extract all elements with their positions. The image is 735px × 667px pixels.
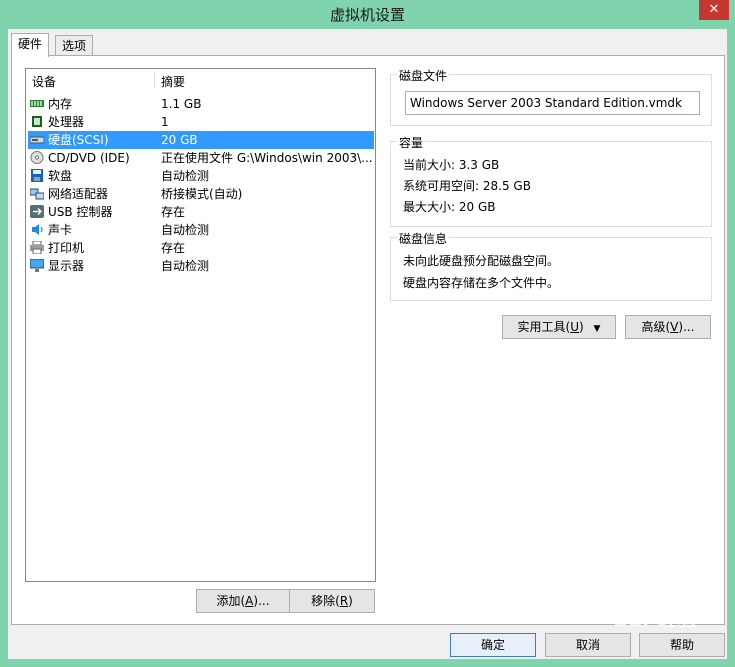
device-name: 网络适配器 (48, 187, 109, 201)
current-size-text: 当前大小: 3.3 GB (403, 158, 500, 172)
device-list[interactable]: 设备 摘要 内存 1.1 GB 处理器 1 硬盘(SCSI) 20 GB CD/… (25, 68, 376, 582)
device-row-cd-dvd[interactable]: CD/DVD (IDE) 正在使用文件 G:\Windos\win 2003\.… (28, 149, 374, 167)
device-row-hard-disk[interactable]: 硬盘(SCSI) 20 GB (28, 131, 374, 149)
device-row-processor[interactable]: 处理器 1 (28, 113, 374, 131)
device-summary: 存在 (161, 241, 186, 255)
device-name: 内存 (48, 97, 73, 111)
display-icon (30, 259, 44, 272)
device-name: 硬盘(SCSI) (48, 133, 109, 147)
tab-options-label: 选项 (62, 39, 87, 53)
device-summary: 1.1 GB (161, 97, 202, 111)
disk-info-group: 磁盘信息 未向此硬盘预分配磁盘空间。 硬盘内容存储在多个文件中。 (390, 230, 712, 301)
floppy-icon (31, 169, 43, 182)
remove-device-button[interactable]: 移除(R) (289, 589, 375, 613)
window-title: 虚拟机设置 (329, 6, 405, 24)
tab-options[interactable]: 选项 (55, 35, 94, 56)
help-button[interactable]: 帮助 (639, 633, 725, 657)
device-summary: 自动检测 (161, 223, 210, 237)
memory-icon (30, 100, 44, 107)
printer-icon (30, 241, 44, 254)
dropdown-arrow-icon: ▼ (593, 324, 601, 334)
device-summary: 自动检测 (161, 259, 210, 273)
device-name: USB 控制器 (48, 205, 113, 219)
tab-hardware[interactable]: 硬件 (11, 33, 50, 57)
disk-info-label: 磁盘信息 (397, 230, 450, 247)
tab-hardware-label: 硬件 (18, 37, 43, 51)
device-row-printer[interactable]: 打印机 存在 (28, 239, 374, 257)
device-summary: 1 (161, 115, 169, 129)
device-name: 显示器 (48, 259, 85, 273)
device-row-usb-controller[interactable]: USB 控制器 存在 (28, 203, 374, 221)
device-row-sound-card[interactable]: 声卡 自动检测 (28, 221, 374, 239)
device-name: 处理器 (48, 115, 85, 129)
device-row-memory[interactable]: 内存 1.1 GB (28, 95, 374, 113)
capacity-group: 容量 当前大小: 3.3 GB 系统可用空间: 28.5 GB 最大大小: 20… (390, 134, 712, 227)
close-button[interactable]: ✕ (699, 0, 729, 20)
add-device-button[interactable]: 添加(A)... (196, 589, 290, 613)
device-row-floppy[interactable]: 软盘 自动检测 (28, 167, 374, 185)
device-name: 打印机 (48, 241, 85, 255)
disk-info-line-2: 硬盘内容存储在多个文件中。 (403, 276, 560, 290)
device-name: 软盘 (48, 169, 73, 183)
usb-icon (30, 205, 44, 218)
device-summary: 自动检测 (161, 169, 210, 183)
sound-card-icon (32, 224, 43, 235)
processor-icon (32, 116, 42, 127)
disk-file-path-field[interactable]: Windows Server 2003 Standard Edition.vmd… (405, 91, 700, 115)
max-size-text: 最大大小: 20 GB (403, 200, 496, 214)
baidu-watermark: Bai 经验 (614, 607, 697, 631)
device-summary: 20 GB (161, 133, 198, 147)
title-bar: 虚拟机设置 ✕ (0, 0, 735, 28)
device-summary: 正在使用文件 G:\Windos\win 2003\... (161, 151, 373, 165)
device-name: 声卡 (48, 223, 73, 237)
utilities-button[interactable]: 实用工具(U) ▼ (502, 315, 616, 339)
device-summary: 桥接模式(自动) (161, 187, 243, 201)
cancel-button[interactable]: 取消 (545, 633, 631, 657)
disk-file-label: 磁盘文件 (397, 67, 450, 84)
device-list-header: 设备 摘要 (26, 69, 375, 91)
device-row-display[interactable]: 显示器 自动检测 (28, 257, 374, 275)
advanced-button[interactable]: 高级(V)... (625, 315, 711, 339)
disk-file-group: 磁盘文件 Windows Server 2003 Standard Editio… (390, 67, 712, 126)
device-summary: 存在 (161, 205, 186, 219)
hardware-tab-panel: 设备 摘要 内存 1.1 GB 处理器 1 硬盘(SCSI) 20 GB CD/… (11, 55, 725, 625)
capacity-label: 容量 (397, 134, 426, 151)
disk-info-line-1: 未向此硬盘预分配磁盘空间。 (403, 254, 560, 268)
network-adapter-icon (30, 188, 44, 200)
column-divider[interactable] (154, 72, 155, 88)
device-row-network-adapter[interactable]: 网络适配器 桥接模式(自动) (28, 185, 374, 203)
hard-disk-icon (30, 136, 44, 144)
device-name: CD/DVD (IDE) (48, 151, 130, 165)
device-column-header[interactable]: 设备 (32, 73, 56, 90)
ok-button[interactable]: 确定 (450, 633, 536, 657)
cd-dvd-icon (30, 151, 44, 164)
summary-column-header[interactable]: 摘要 (161, 73, 185, 90)
system-free-space-text: 系统可用空间: 28.5 GB (403, 179, 531, 193)
dialog-client-area: 硬件 选项 设备 摘要 内存 1.1 GB 处理器 1 硬盘(SCSI) 20 … (8, 29, 727, 659)
